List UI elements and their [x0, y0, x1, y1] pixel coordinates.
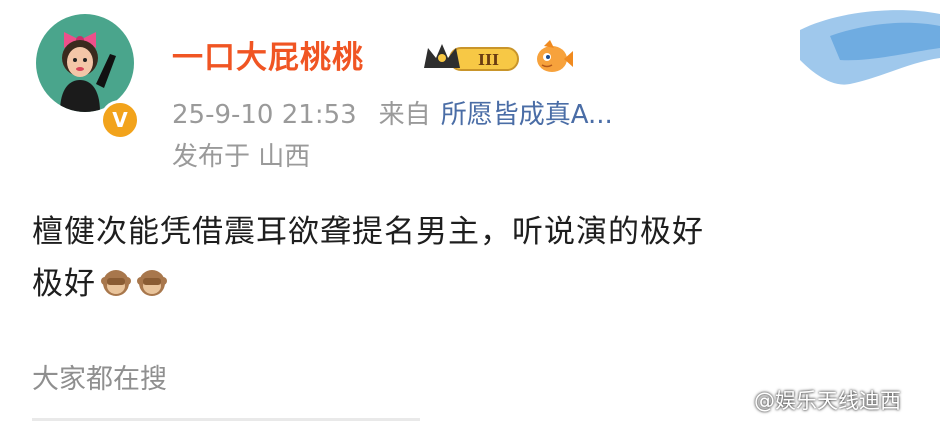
- watermark-text: @娱乐天线迪西: [754, 389, 901, 413]
- source-link[interactable]: 所愿皆成真A...: [441, 100, 613, 130]
- post-meta: 25-9-10 21:53 来自 所愿皆成真A...: [172, 98, 613, 132]
- vip-level-badge-icon[interactable]: III: [422, 40, 522, 76]
- fish-icon[interactable]: [532, 38, 574, 78]
- post-location: 发布于 山西: [172, 142, 311, 172]
- weibo-logo-icon: [721, 392, 749, 412]
- see-no-evil-monkey-icon: [137, 270, 167, 296]
- vip-level-text: III: [478, 51, 499, 69]
- avatar[interactable]: [36, 14, 134, 112]
- trending-search-label[interactable]: 大家都在搜: [32, 360, 167, 400]
- see-no-evil-monkey-icon: [101, 270, 131, 296]
- username[interactable]: 一口大屁桃桃: [172, 38, 364, 78]
- decorative-brush-stroke: [800, 10, 940, 85]
- post-timestamp: 25-9-10 21:53: [172, 100, 357, 130]
- post-text-line1: 檀健次能凭借震耳欲聋提名男主，听说演的极好: [32, 214, 704, 250]
- watermark: @娱乐天线迪西: [720, 384, 901, 418]
- avatar-illustration: [60, 32, 116, 112]
- divider: [32, 418, 420, 421]
- verified-badge-icon: V: [100, 100, 140, 140]
- post-text-line2: 极好: [32, 266, 96, 302]
- source-label: 来自: [378, 100, 431, 130]
- post-body: 檀健次能凭借震耳欲聋提名男主，听说演的极好 极好: [32, 206, 892, 310]
